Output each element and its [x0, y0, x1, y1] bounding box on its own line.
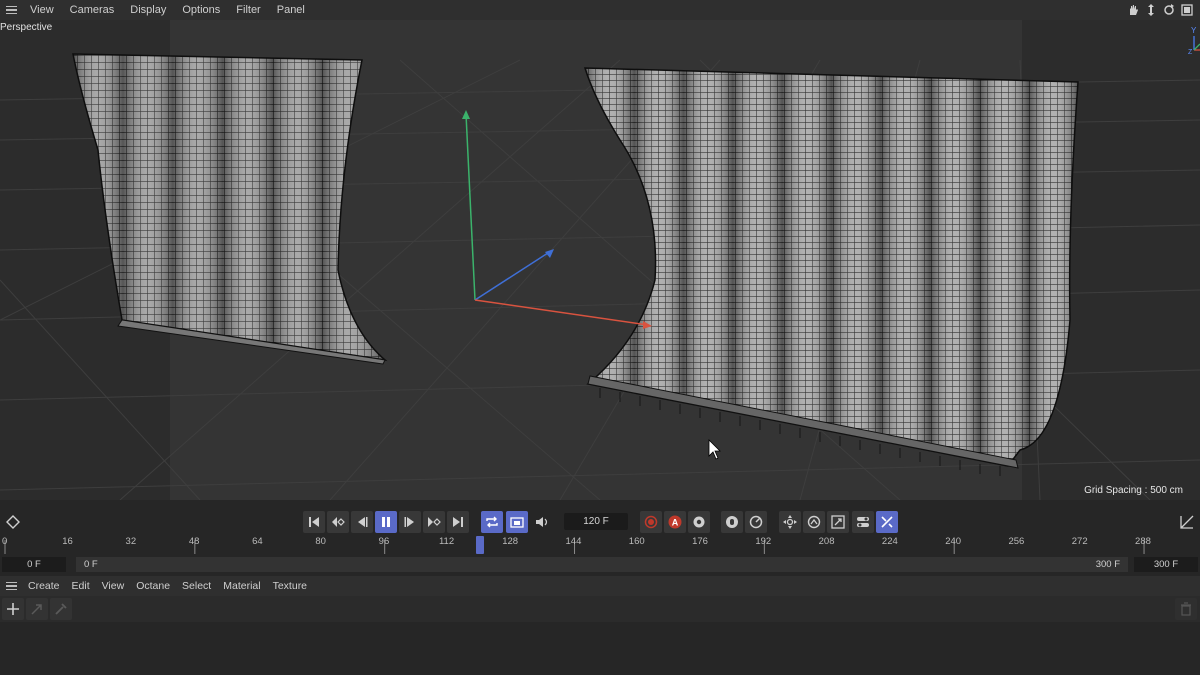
menu-display[interactable]: Display	[122, 0, 174, 20]
menu-octane[interactable]: Octane	[130, 576, 176, 596]
loop-button[interactable]	[481, 511, 503, 533]
scale-tool-icon[interactable]	[827, 511, 849, 533]
previous-key-button[interactable]	[327, 511, 349, 533]
current-frame-field[interactable]: 120 F	[564, 513, 628, 530]
frame-range-row: 0 F 0 F 300 F 300 F	[0, 556, 1200, 574]
ruler-tick-label: 64	[252, 536, 263, 547]
ruler-tick-label: 256	[1008, 536, 1025, 547]
menu-view[interactable]: View	[22, 0, 62, 20]
timeline-ruler[interactable]: 0 16 32 48 64 80 96 112 128 144 160 176 192 208 224 240…	[0, 536, 1200, 554]
move-tool-icon[interactable]	[779, 511, 801, 533]
point-level-anim-button[interactable]	[876, 511, 898, 533]
viewport-menu-icon[interactable]	[0, 0, 22, 20]
range-slider[interactable]: 0 F 300 F	[76, 557, 1128, 572]
ruler-tick-label: 32	[125, 536, 137, 547]
range-end-field[interactable]: 300 F	[1134, 557, 1198, 572]
keyframe-diamond-icon[interactable]	[2, 511, 24, 533]
playhead-marker[interactable]	[475, 536, 484, 554]
ruler-tick-label: 112	[438, 536, 455, 547]
pan-hand-icon[interactable]	[1126, 3, 1140, 17]
menu-cameras[interactable]: Cameras	[62, 0, 123, 20]
menu-options[interactable]: Options	[174, 0, 228, 20]
next-frame-button[interactable]	[399, 511, 421, 533]
ruler-tick-label: 48	[188, 536, 200, 547]
menu-texture[interactable]: Texture	[267, 576, 313, 596]
eyedropper-icon[interactable]	[50, 598, 72, 620]
maximize-view-icon[interactable]	[1180, 3, 1194, 17]
apply-material-icon[interactable]	[26, 598, 48, 620]
go-to-end-button[interactable]	[447, 511, 469, 533]
range-max-label: 300 F	[1095, 559, 1120, 570]
ruler-tick-label: 16	[62, 536, 73, 547]
timeline-expand-icon[interactable]	[1176, 511, 1198, 533]
previous-frame-button[interactable]	[351, 511, 373, 533]
material-toolbar	[0, 596, 1200, 622]
viewport-nav-icons	[1126, 0, 1194, 20]
viewport-menubar: View Cameras Display Options Filter Pane…	[0, 0, 1200, 20]
key-position-icon[interactable]	[721, 511, 743, 533]
add-material-button[interactable]	[2, 598, 24, 620]
menu-material[interactable]: Material	[217, 576, 266, 596]
auto-key-button[interactable]: A	[664, 511, 686, 533]
curtain-right[interactable]	[583, 67, 1079, 476]
ruler-tick-label: 128	[502, 536, 519, 547]
ruler-tick-label: 224	[881, 536, 898, 547]
ruler-tick-label: 176	[692, 536, 708, 547]
camera-label: Perspective	[0, 22, 53, 33]
auto-key-letter: A	[672, 518, 679, 528]
go-to-start-button[interactable]	[303, 511, 325, 533]
move-camera-icon[interactable]	[1144, 3, 1158, 17]
ruler-tick-label: 160	[628, 536, 645, 547]
ruler-tick-label: 0	[2, 536, 8, 547]
menu-filter[interactable]: Filter	[228, 0, 268, 20]
gizmo-y-label: Y	[1191, 26, 1197, 35]
gizmo-z-label: Z	[1188, 49, 1193, 54]
range-start-field[interactable]: 0 F	[2, 557, 66, 572]
sound-icon[interactable]	[531, 511, 553, 533]
ruler-tick-label: 80	[315, 536, 326, 547]
material-menubar: Create Edit View Octane Select Material …	[0, 576, 1200, 596]
material-menu-icon[interactable]	[0, 576, 22, 596]
ruler-tick-label: 208	[818, 536, 835, 547]
delete-material-icon[interactable]	[1175, 598, 1197, 620]
menu-material-view[interactable]: View	[96, 576, 131, 596]
parameter-toggle-icon[interactable]	[852, 511, 874, 533]
mouse-cursor-icon	[708, 439, 721, 460]
material-list-area[interactable]	[0, 622, 1200, 675]
ruler-tick-label: 192	[755, 536, 772, 547]
menu-create[interactable]: Create	[22, 576, 66, 596]
next-key-button[interactable]	[423, 511, 445, 533]
pause-button[interactable]	[375, 511, 397, 533]
menu-edit[interactable]: Edit	[66, 576, 96, 596]
ruler-tick-label: 144	[565, 536, 582, 547]
ruler-tick-label: 96	[378, 536, 390, 547]
menu-panel[interactable]: Panel	[269, 0, 313, 20]
ruler-tick-label: 288	[1135, 536, 1151, 547]
viewport-scene	[0, 20, 1200, 500]
ruler-tick-label: 272	[1071, 536, 1088, 547]
rotate-tool-icon[interactable]	[803, 511, 825, 533]
ruler-tick-label: 240	[945, 536, 962, 547]
3d-viewport[interactable]: Perspective Y Z X Grid Spacing : 500 cm	[0, 20, 1200, 500]
record-keys-button[interactable]	[640, 511, 662, 533]
timeline-controls: 120 F A	[0, 508, 1200, 536]
key-settings-icon[interactable]	[688, 511, 710, 533]
grid-spacing-label: Grid Spacing : 500 cm	[1084, 485, 1183, 496]
range-min-label: 0 F	[84, 559, 98, 570]
rotate-camera-icon[interactable]	[1162, 3, 1176, 17]
menu-select[interactable]: Select	[176, 576, 217, 596]
playback-mode-button[interactable]	[506, 511, 528, 533]
key-rotation-icon[interactable]	[745, 511, 767, 533]
